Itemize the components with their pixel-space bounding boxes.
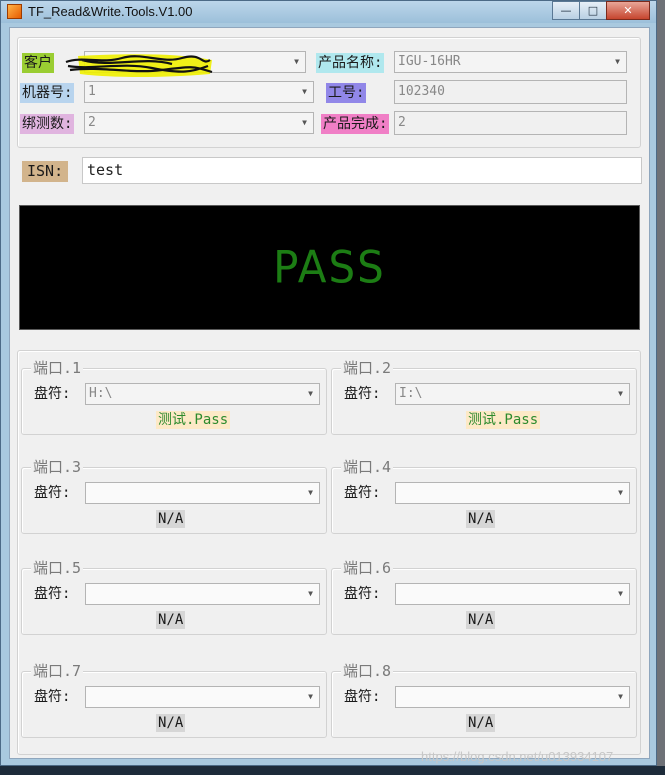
drive-label: 盘符:: [344, 386, 381, 402]
port-group-1: 端口.1 盘符: H:\ ▼ 测试.Pass: [21, 360, 327, 435]
chevron-down-icon[interactable]: ▼: [302, 687, 319, 707]
machine-value: 1: [88, 84, 96, 99]
port-status: N/A: [156, 714, 186, 732]
drive-label: 盘符:: [344, 689, 381, 705]
chevron-down-icon[interactable]: ▼: [302, 483, 319, 503]
drive-label: 盘符:: [34, 386, 71, 402]
result-text: PASS: [273, 241, 386, 294]
drive-combo[interactable]: ▼: [85, 583, 320, 605]
isn-input[interactable]: test: [82, 157, 642, 184]
taskbar-strip: [0, 766, 665, 775]
drive-label: 盘符:: [344, 586, 381, 602]
ports-container: 端口.1 盘符: H:\ ▼ 测试.Pass 端口.2 盘符: I:\ ▼ 测试.Pass 端口.3…: [17, 350, 641, 755]
drive-label: 盘符:: [344, 485, 381, 501]
drive-combo[interactable]: ▼: [85, 686, 320, 708]
product-name-label: 产品名称:: [316, 53, 385, 73]
chevron-down-icon[interactable]: ▼: [609, 52, 626, 72]
bind-count-value: 2: [88, 115, 96, 130]
port-title: 端口.8: [341, 662, 394, 680]
bind-count-label: 绑测数:: [20, 114, 75, 134]
drive-combo[interactable]: H:\ ▼: [85, 383, 320, 405]
port-group-8: 端口.8 盘符: ▼ N/A: [331, 663, 637, 738]
app-window: TF_Read&Write.Tools.V1.00 — □ ✕ 客户 ▼ 产品名…: [0, 0, 657, 766]
port-status: N/A: [466, 510, 496, 528]
port-group-6: 端口.6 盘符: ▼ N/A: [331, 560, 637, 635]
close-button[interactable]: ✕: [606, 1, 650, 20]
product-done-label: 产品完成:: [321, 114, 390, 134]
port-status: N/A: [466, 714, 496, 732]
port-status: 测试.Pass: [156, 411, 231, 429]
work-no-field[interactable]: 102340: [394, 80, 627, 104]
port-title: 端口.5: [31, 559, 84, 577]
result-panel: PASS: [19, 205, 640, 330]
port-status: N/A: [156, 510, 186, 528]
port-title: 端口.7: [31, 662, 84, 680]
drive-value: H:\: [89, 386, 113, 401]
chevron-down-icon[interactable]: ▼: [302, 584, 319, 604]
chevron-down-icon[interactable]: ▼: [612, 687, 629, 707]
chevron-down-icon[interactable]: ▼: [612, 384, 629, 404]
window-controls: — □ ✕: [552, 1, 650, 20]
watermark: https://blog.csdn.net/u013934107: [421, 749, 614, 764]
maximize-button[interactable]: □: [579, 1, 606, 20]
isn-label: ISN:: [22, 161, 69, 182]
port-group-3: 端口.3 盘符: ▼ N/A: [21, 459, 327, 534]
port-status: N/A: [156, 611, 186, 629]
app-icon: [7, 4, 22, 19]
drive-combo[interactable]: I:\ ▼: [395, 383, 630, 405]
port-group-4: 端口.4 盘符: ▼ N/A: [331, 459, 637, 534]
bind-count-combo[interactable]: 2 ▼: [84, 112, 314, 134]
drive-combo[interactable]: ▼: [395, 583, 630, 605]
port-title: 端口.6: [341, 559, 394, 577]
machine-combo[interactable]: 1 ▼: [84, 81, 314, 103]
chevron-down-icon[interactable]: ▼: [296, 82, 313, 102]
machine-label: 机器号:: [20, 83, 75, 103]
chevron-down-icon[interactable]: ▼: [612, 483, 629, 503]
info-group: 客户 ▼ 产品名称: IGU-16HR ▼ 机器号: 1 ▼ 工号: 10234…: [17, 37, 641, 148]
drive-combo[interactable]: ▼: [395, 686, 630, 708]
product-name-value: IGU-16HR: [398, 54, 461, 69]
port-title: 端口.3: [31, 458, 84, 476]
client-area: 客户 ▼ 产品名称: IGU-16HR ▼ 机器号: 1 ▼ 工号: 10234…: [9, 27, 650, 759]
product-name-combo[interactable]: IGU-16HR ▼: [394, 51, 627, 73]
product-done-field[interactable]: 2: [394, 111, 627, 135]
chevron-down-icon[interactable]: ▼: [288, 52, 305, 72]
window-title: TF_Read&Write.Tools.V1.00: [28, 4, 193, 19]
port-title: 端口.2: [341, 359, 394, 377]
port-group-2: 端口.2 盘符: I:\ ▼ 测试.Pass: [331, 360, 637, 435]
port-title: 端口.4: [341, 458, 394, 476]
drive-value: I:\: [399, 386, 423, 401]
chevron-down-icon[interactable]: ▼: [296, 113, 313, 133]
chevron-down-icon[interactable]: ▼: [612, 584, 629, 604]
port-group-7: 端口.7 盘符: ▼ N/A: [21, 663, 327, 738]
title-bar[interactable]: TF_Read&Write.Tools.V1.00 — □ ✕: [1, 1, 656, 23]
port-title: 端口.1: [31, 359, 84, 377]
port-group-5: 端口.5 盘符: ▼ N/A: [21, 560, 327, 635]
port-status: 测试.Pass: [466, 411, 541, 429]
chevron-down-icon[interactable]: ▼: [302, 384, 319, 404]
drive-combo[interactable]: ▼: [395, 482, 630, 504]
drive-label: 盘符:: [34, 586, 71, 602]
customer-label: 客户: [22, 53, 54, 73]
minimize-button[interactable]: —: [552, 1, 579, 20]
redaction-scribble: [65, 54, 213, 77]
drive-label: 盘符:: [34, 689, 71, 705]
port-status: N/A: [466, 611, 496, 629]
work-no-label: 工号:: [326, 83, 367, 103]
drive-combo[interactable]: ▼: [85, 482, 320, 504]
drive-label: 盘符:: [34, 485, 71, 501]
